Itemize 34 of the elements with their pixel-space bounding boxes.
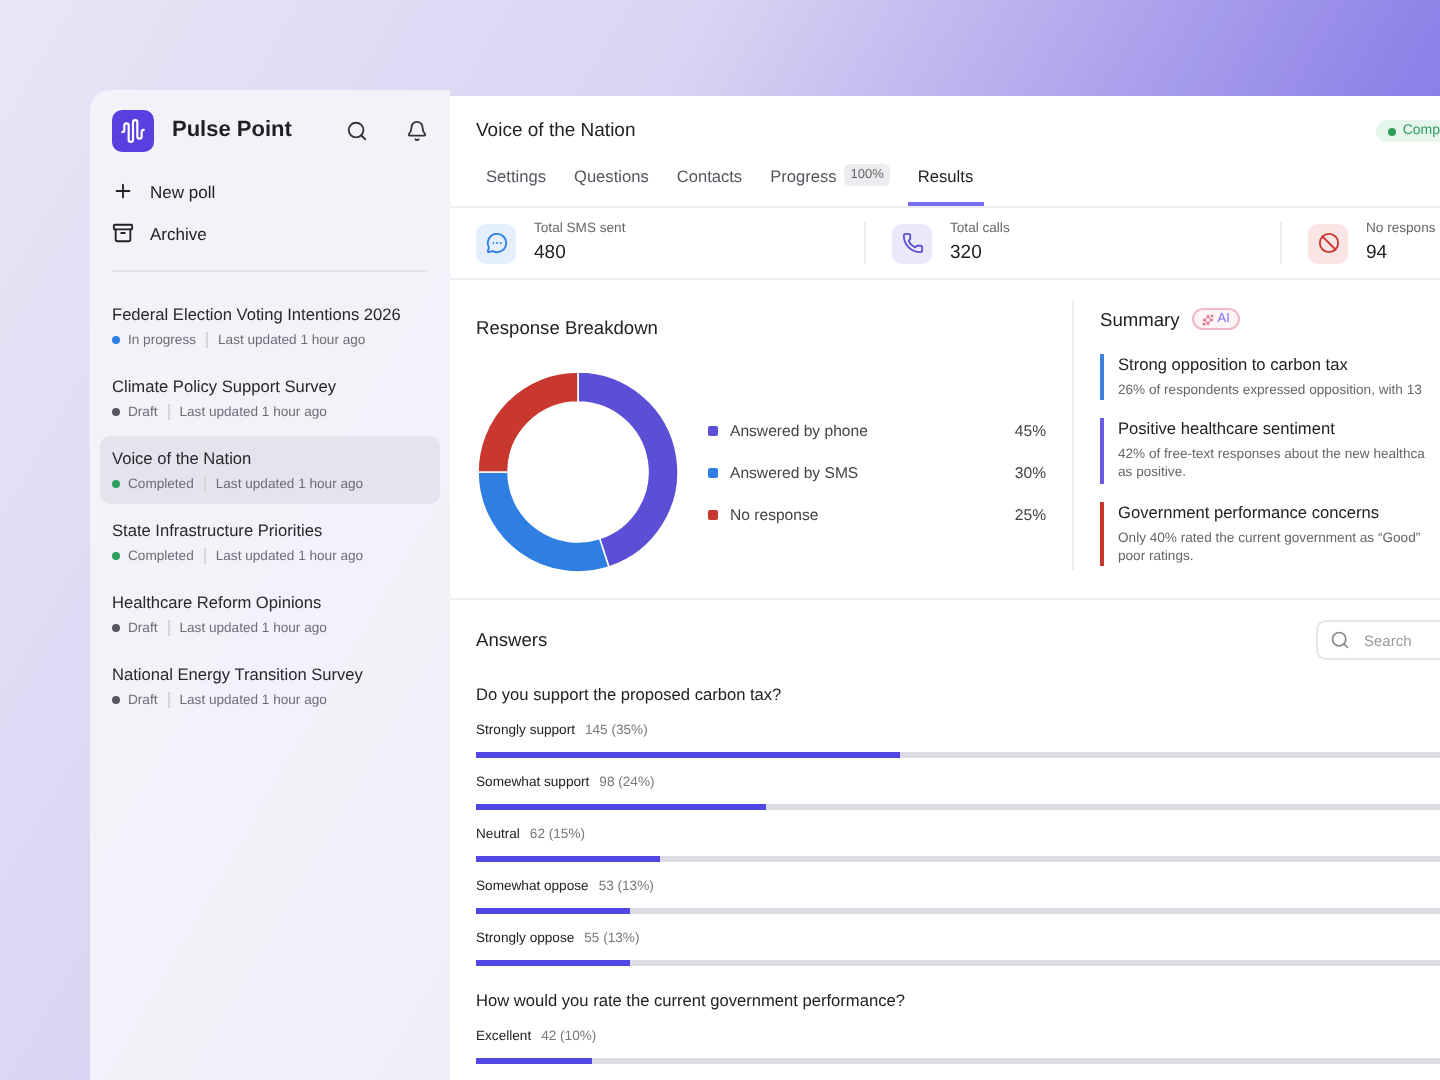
summary-title: Government performance concerns: [1118, 501, 1382, 522]
poll-title: Healthcare Reform Opinions: [112, 592, 324, 612]
archive-icon: [112, 222, 134, 244]
poll-title: State Infrastructure Priorities: [112, 520, 325, 540]
search-icon: [1330, 630, 1350, 650]
summary-title: Strong opposition to carbon tax: [1118, 354, 1350, 374]
bell-button[interactable]: [406, 119, 428, 141]
summary-title: Positive healthcare sentiment: [1118, 418, 1337, 439]
question-text: How would you rate the current government performance?: [476, 990, 907, 1010]
poll-title: Voice of the Nation: [112, 448, 254, 468]
chat-icon: [476, 223, 516, 263]
stat-value: 480: [534, 242, 568, 264]
phone-icon: [892, 223, 932, 263]
app-name: Pulse Point: [172, 118, 294, 142]
poll-title: Federal Election Voting Intentions 2026: [112, 304, 403, 324]
section-title: Response Breakdown: [476, 318, 658, 338]
stat-value: 94: [1366, 242, 1390, 264]
sidebar-action[interactable]: Archive: [100, 212, 440, 254]
stat-value: 320: [950, 242, 984, 264]
section-title: Answers: [476, 630, 548, 650]
poll-title: National Energy Transition Survey: [112, 664, 365, 684]
tab[interactable]: Settings: [476, 158, 556, 206]
tab[interactable]: Contacts: [666, 158, 753, 206]
poll-heading: Voice of the Nation: [476, 120, 636, 142]
plus-icon: [112, 180, 134, 202]
sidebar-action[interactable]: New poll: [100, 170, 440, 212]
poll-title: Climate Policy Support Survey: [112, 376, 339, 396]
tab[interactable]: Questions: [563, 158, 659, 206]
search-button[interactable]: [346, 119, 368, 141]
tab[interactable]: Results: [907, 158, 984, 206]
ban-icon: [1308, 223, 1348, 263]
question-text: Do you support the proposed carbon tax?: [476, 684, 784, 704]
section-title: Summary: [1100, 309, 1180, 329]
waveform-logo-icon: [112, 109, 154, 151]
